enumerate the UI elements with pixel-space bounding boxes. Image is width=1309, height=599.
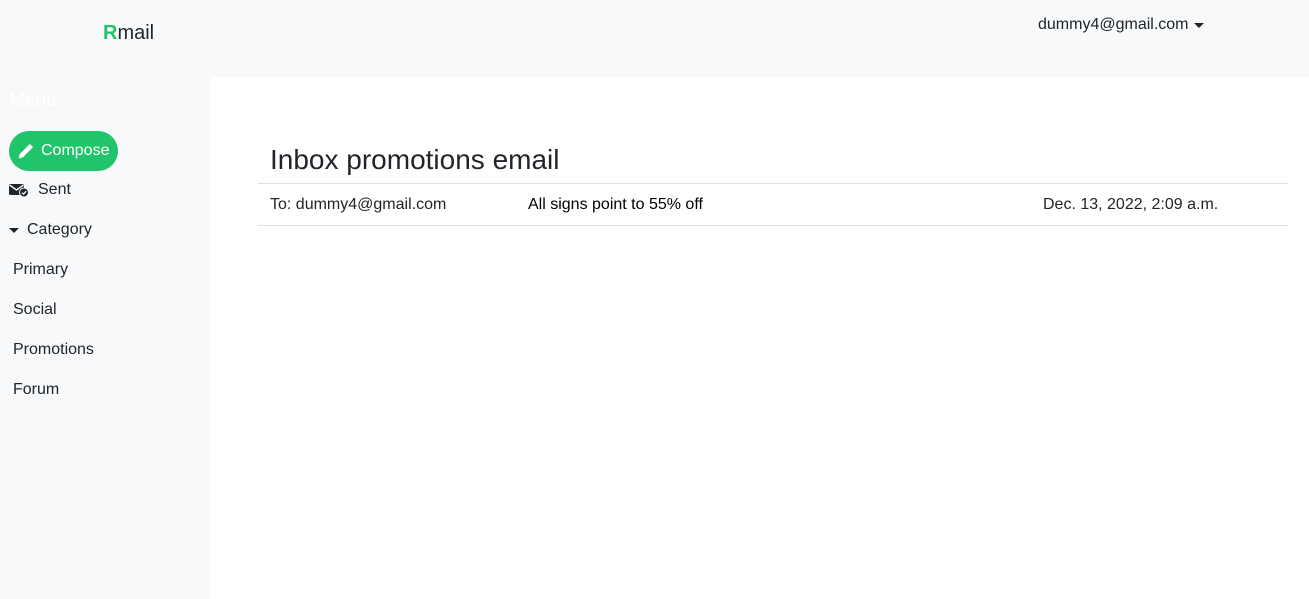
account-email: dummy4@gmail.com <box>1038 16 1189 33</box>
sidebar-item-primary[interactable]: Primary <box>13 260 68 280</box>
table-row[interactable]: To: dummy4@gmail.com All signs point to … <box>258 183 1288 226</box>
email-subject[interactable]: All signs point to 55% off <box>528 195 703 215</box>
sidebar-item-label: Sent <box>38 181 71 198</box>
brand-logo[interactable]: Rmail <box>103 21 154 45</box>
caret-down-icon <box>1193 23 1204 28</box>
compose-button[interactable]: Compose <box>9 131 118 171</box>
brand-logo-text: mail <box>117 22 155 44</box>
brand-logo-letter: R <box>103 22 118 44</box>
category-label: Category <box>27 221 92 238</box>
account-dropdown[interactable]: dummy4@gmail.com <box>1038 15 1204 35</box>
menu-title: Menu <box>9 90 57 111</box>
top-navbar: Rmail dummy4@gmail.com <box>0 0 1309 77</box>
category-toggle[interactable]: Category <box>9 220 92 240</box>
sidebar: Menu Compose Sent Category Primary Socia… <box>0 77 210 599</box>
compose-label: Compose <box>41 142 110 159</box>
caret-down-icon <box>9 227 19 233</box>
email-date: Dec. 13, 2022, 2:09 a.m. <box>1043 196 1219 213</box>
sidebar-item-forum[interactable]: Forum <box>13 380 59 400</box>
email-recipient: To: dummy4@gmail.com <box>270 196 447 213</box>
sidebar-item-social[interactable]: Social <box>13 300 57 320</box>
sidebar-item-promotions[interactable]: Promotions <box>13 340 94 360</box>
page-title: Inbox promotions email <box>270 144 560 175</box>
envelope-check-icon <box>9 184 29 197</box>
pencil-icon <box>18 143 34 158</box>
sidebar-item-sent[interactable]: Sent <box>9 180 71 200</box>
